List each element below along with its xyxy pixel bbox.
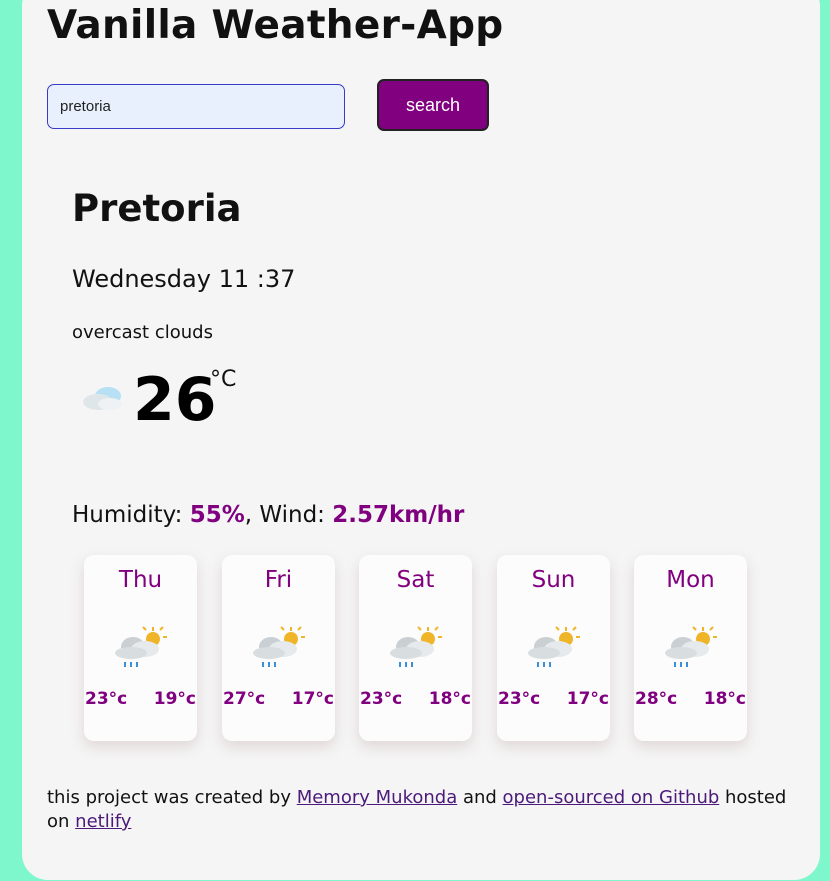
forecast-min-temp: 18°c bbox=[703, 689, 746, 709]
app-title: Vanilla Weather-App bbox=[47, 3, 504, 48]
footer-text: this project was created by bbox=[47, 787, 297, 808]
forecast-min-temp: 19°c bbox=[153, 689, 196, 709]
wind-label: Wind: bbox=[259, 502, 333, 528]
stats-separator: , bbox=[244, 502, 260, 528]
forecast-card: Fri 27°c 17°c bbox=[222, 555, 335, 741]
forecast-day: Sat bbox=[396, 567, 435, 593]
weather-description: overcast clouds bbox=[72, 322, 213, 343]
light-rain-sun-icon bbox=[253, 626, 305, 667]
light-rain-sun-icon bbox=[528, 626, 580, 667]
city-name: Pretoria bbox=[72, 187, 242, 230]
light-rain-sun-icon bbox=[665, 626, 717, 667]
current-temperature: 26 bbox=[133, 365, 217, 435]
humidity-label: Humidity: bbox=[72, 502, 190, 528]
search-button[interactable]: search bbox=[377, 79, 489, 131]
forecast-card: Mon 28°c 18°c bbox=[634, 555, 747, 741]
author-link[interactable]: Memory Mukonda bbox=[297, 787, 458, 808]
light-rain-sun-icon bbox=[390, 626, 442, 667]
forecast-day: Mon bbox=[666, 567, 715, 593]
app-container: Vanilla Weather-App search Pretoria Wedn… bbox=[22, 0, 820, 880]
forecast-card: Sun 23°c 17°c bbox=[497, 555, 610, 741]
netlify-link[interactable]: netlify bbox=[75, 811, 131, 832]
github-link[interactable]: open-sourced on Github bbox=[503, 787, 720, 808]
forecast-day: Thu bbox=[118, 567, 163, 593]
overcast-clouds-icon bbox=[83, 387, 122, 410]
forecast-min-temp: 17°c bbox=[291, 689, 334, 709]
search-input[interactable] bbox=[47, 84, 345, 129]
forecast-day: Fri bbox=[264, 567, 293, 593]
forecast-max-temp: 28°c bbox=[635, 689, 678, 709]
footer-text: and bbox=[457, 787, 503, 808]
weather-stats: Humidity: 55%, Wind: 2.57km/hr bbox=[72, 502, 464, 528]
forecast-card: Thu 23°c 19°c bbox=[84, 555, 197, 741]
current-datetime: Wednesday 11 :37 bbox=[72, 265, 296, 293]
forecast-min-temp: 17°c bbox=[566, 689, 609, 709]
light-rain-sun-icon bbox=[115, 626, 167, 667]
humidity-value: 55% bbox=[189, 502, 245, 528]
forecast-min-temp: 18°c bbox=[428, 689, 471, 709]
forecast-max-temp: 27°c bbox=[223, 689, 266, 709]
forecast-max-temp: 23°c bbox=[360, 689, 403, 709]
forecast-max-temp: 23°c bbox=[85, 689, 128, 709]
temperature-unit: °C bbox=[210, 367, 237, 392]
forecast-max-temp: 23°c bbox=[498, 689, 541, 709]
forecast-day: Sun bbox=[531, 567, 576, 593]
footer: this project was created by Memory Mukon… bbox=[47, 786, 787, 834]
wind-value: 2.57km/hr bbox=[332, 502, 465, 528]
forecast-card: Sat 23°c 18°c bbox=[359, 555, 472, 741]
